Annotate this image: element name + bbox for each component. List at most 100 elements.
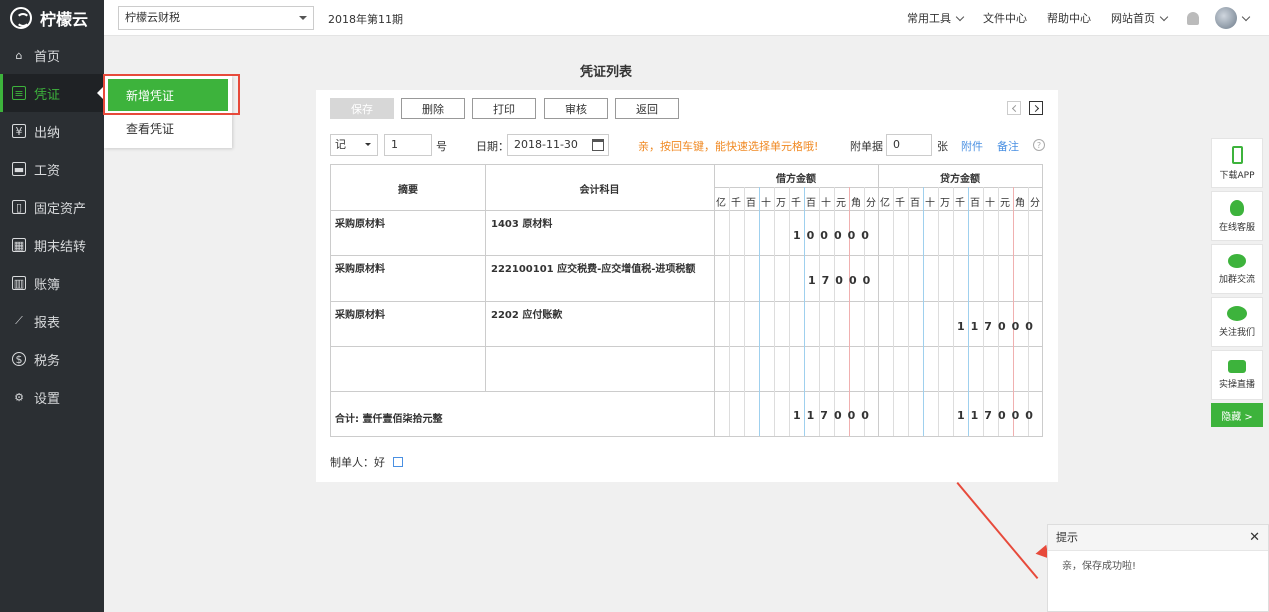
float-item-label: 下载APP <box>1219 170 1255 181</box>
next-voucher-button[interactable] <box>1029 101 1043 115</box>
submenu-view-voucher[interactable]: 查看凭证 <box>104 111 232 145</box>
digit-header: 百 <box>910 198 920 209</box>
voucher-form-row: 记 1 号 日期： 2018-11-30 亲，按回车键，能快速选择单元格哦! 附… <box>330 134 1046 156</box>
digit-header: 百 <box>806 198 816 209</box>
total-label: 合计: 壹仟壹佰柒拾元整 <box>335 414 443 425</box>
sidebar-item-reports[interactable]: ⟋ 报表 <box>0 302 104 340</box>
digit-divider <box>908 187 909 436</box>
file-center-link[interactable]: 文件中心 <box>983 10 1027 26</box>
caret-down-icon <box>365 143 371 149</box>
digit-header: 百 <box>746 198 756 209</box>
sidebar-item-label: 报表 <box>34 315 61 331</box>
online-service-button[interactable]: 在线客服 <box>1211 191 1263 241</box>
remark-link[interactable]: 备注 <box>997 138 1019 154</box>
float-item-label: 关注我们 <box>1218 328 1255 338</box>
sidebar-item-label: 凭证 <box>34 87 61 103</box>
sidebar-item-cashier[interactable]: ¥ 出纳 <box>0 112 104 150</box>
company-select[interactable]: 柠檬云财税 <box>118 6 314 30</box>
delete-button[interactable]: 删除 <box>401 98 465 119</box>
print-button[interactable]: 打印 <box>472 98 536 119</box>
date-input[interactable]: 2018-11-30 <box>507 134 609 156</box>
phone-icon <box>1231 145 1243 164</box>
calendar-icon[interactable] <box>592 139 604 151</box>
ledger-icon: ▥ <box>12 276 26 290</box>
row-debit-amount[interactable]: 100000 <box>793 229 875 242</box>
sidebar-item-period-close[interactable]: ▦ 期末结转 <box>0 226 104 264</box>
debit-header: 借方金额 <box>776 174 816 185</box>
row-debit-amount[interactable]: 17000 <box>808 274 876 287</box>
enter-key-tip: 亲，按回车键，能快速选择单元格哦! <box>638 140 819 153</box>
site-home-menu[interactable]: 网站首页 <box>1111 10 1169 26</box>
digit-divider <box>983 187 984 436</box>
digit-header: 元 <box>836 198 846 209</box>
voucher-number-input[interactable]: 1 <box>384 134 432 156</box>
row-divider <box>331 301 1042 302</box>
sidebar-item-label: 税务 <box>34 353 61 369</box>
common-tools-menu[interactable]: 常用工具 <box>907 10 965 26</box>
top-links: 常用工具 文件中心 帮助中心 网站首页 <box>887 0 1251 36</box>
date-label: 日期： <box>476 140 509 153</box>
hide-button[interactable]: 隐藏 > <box>1211 403 1263 427</box>
back-button[interactable]: 返回 <box>615 98 679 119</box>
float-item-label: 实操直播 <box>1218 380 1255 390</box>
group-icon <box>1228 253 1246 268</box>
sidebar-item-label: 账簿 <box>34 277 61 293</box>
attachment-link[interactable]: 附件 <box>961 138 983 154</box>
follow-us-button[interactable]: 关注我们 <box>1211 297 1263 347</box>
attach-label: 附单据 <box>850 140 883 153</box>
digit-divider <box>804 187 805 436</box>
join-group-button[interactable]: 加群交流 <box>1211 244 1263 294</box>
sidebar-item-label: 设置 <box>34 391 61 407</box>
sidebar-item-ledger[interactable]: ▥ 账簿 <box>0 264 104 302</box>
site-home-label: 网站首页 <box>1111 12 1155 25</box>
digit-header: 角 <box>1015 198 1025 209</box>
sidebar-item-label: 工资 <box>34 163 61 179</box>
sidebar-item-salary[interactable]: ▬ 工资 <box>0 150 104 188</box>
row-summary[interactable]: 采购原材料 <box>335 215 385 230</box>
voucher-icon: ≡ <box>12 86 26 100</box>
close-icon[interactable]: ✕ <box>1249 525 1260 551</box>
download-app-button[interactable]: 下载APP <box>1211 138 1263 188</box>
voucher-word-select[interactable]: 记 <box>330 134 378 156</box>
prev-voucher-button[interactable] <box>1007 101 1021 115</box>
chevron-down-icon[interactable] <box>1241 12 1251 21</box>
help-center-link[interactable]: 帮助中心 <box>1047 10 1091 26</box>
digit-divider <box>759 187 760 436</box>
edit-icon[interactable] <box>393 457 403 467</box>
sidebar-item-home[interactable]: ⌂ 首页 <box>0 36 104 74</box>
wechat-icon <box>1227 306 1247 321</box>
sidebar-item-asset[interactable]: ▯ 固定资产 <box>0 188 104 226</box>
bell-icon[interactable] <box>1187 11 1199 25</box>
help-icon[interactable]: ? <box>1033 139 1045 151</box>
voucher-word-value: 记 <box>335 138 346 151</box>
sidebar-item-voucher[interactable]: ≡ 凭证 <box>0 74 104 112</box>
voucher-submenu: 新增凭证 查看凭证 <box>104 76 232 148</box>
attachment-count-input[interactable]: 0 <box>886 134 932 156</box>
row-divider <box>331 210 1042 211</box>
avatar[interactable] <box>1215 7 1237 29</box>
toast-message: 亲，保存成功啦! <box>1062 561 1137 572</box>
voucher-panel: 保存 删除 打印 审核 返回 记 1 号 日期： 2018-11-30 亲，按回… <box>316 90 1058 482</box>
row-credit-amount[interactable]: 117000 <box>957 320 1039 333</box>
brand-name: 柠檬云 <box>40 10 89 29</box>
row-account[interactable]: 222100101 应交税费-应交增值税-进项税额 <box>491 260 695 275</box>
row-summary-empty[interactable] <box>331 347 485 391</box>
save-button[interactable]: 保存 <box>330 98 394 119</box>
audit-button[interactable]: 审核 <box>544 98 608 119</box>
row-summary[interactable]: 采购原材料 <box>335 260 385 275</box>
row-account-empty[interactable] <box>486 347 714 391</box>
sidebar-item-settings[interactable]: ⚙ 设置 <box>0 378 104 416</box>
attach-unit: 张 <box>937 140 948 153</box>
live-stream-button[interactable]: 实操直播 <box>1211 350 1263 400</box>
chevron-right-icon <box>1031 104 1039 112</box>
float-item-label: 在线客服 <box>1218 222 1255 233</box>
row-account[interactable]: 2202 应付账款 <box>491 306 562 321</box>
row-summary[interactable]: 采购原材料 <box>335 306 385 321</box>
submenu-new-voucher[interactable]: 新增凭证 <box>108 79 228 111</box>
brand-logo[interactable]: 柠檬云 <box>0 0 104 36</box>
number-suffix: 号 <box>436 140 447 153</box>
sidebar-item-label: 出纳 <box>34 125 61 141</box>
digit-divider <box>953 187 954 436</box>
row-account[interactable]: 1403 原材料 <box>491 215 552 230</box>
sidebar-item-tax[interactable]: $ 税务 <box>0 340 104 378</box>
